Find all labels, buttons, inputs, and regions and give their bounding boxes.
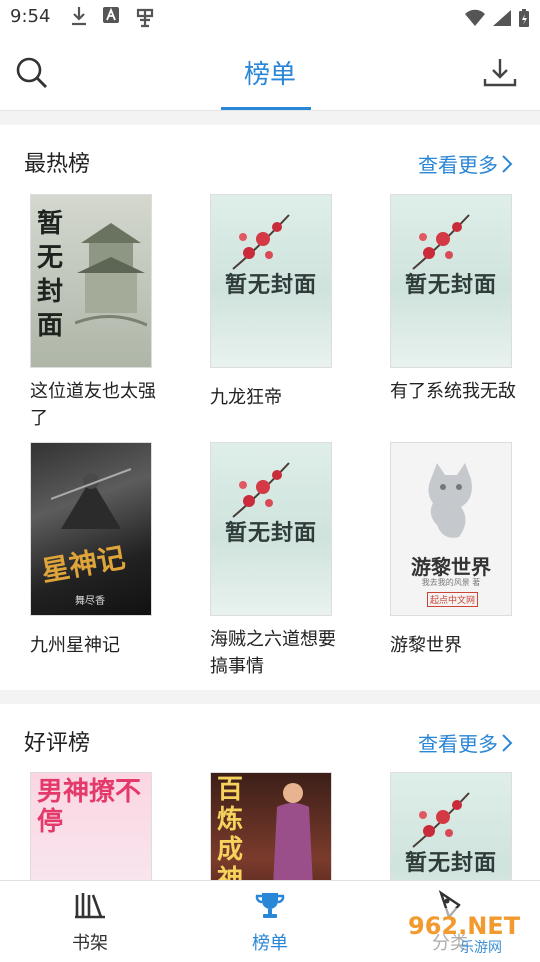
cover-author: 舞尽香 (75, 596, 105, 607)
book-title: 这位道友也太强了 (30, 381, 156, 429)
cover-text: 百炼成神 (217, 775, 244, 895)
trophy-icon (255, 893, 285, 918)
warrior-image (51, 468, 131, 529)
watermark-sub: 乐游网 (460, 940, 502, 956)
cover-text: 星神记 (39, 540, 128, 589)
cover-text: 暂无封面 (404, 851, 497, 876)
download-button[interactable] (482, 55, 518, 91)
bug-notification-icon (134, 6, 154, 28)
book-cover: 暂无封面 (210, 442, 332, 616)
book-title: 游黎世界 (390, 635, 462, 656)
tab-underline (221, 107, 311, 110)
signal-icon (492, 9, 512, 31)
battery-icon (518, 8, 530, 32)
chevron-right-icon (502, 733, 513, 752)
cover-subtitle: 我去我的风景 著 (421, 578, 481, 587)
book-cover: 暂无封面 (210, 194, 332, 368)
top-bar: 榜单 (0, 36, 540, 111)
view-more-link[interactable]: 查看更多 (418, 728, 514, 757)
book-card[interactable]: 暂无封面 九龙狂帝 (210, 194, 332, 411)
pavilion-image (75, 223, 147, 327)
view-more-link[interactable]: 查看更多 (418, 149, 514, 178)
status-bar: 9:54 (0, 0, 540, 36)
wifi-icon (464, 9, 486, 31)
nav-item-ranking[interactable]: 榜单 (210, 889, 330, 955)
cat-illustration (428, 463, 472, 538)
section-divider (0, 690, 540, 704)
bookshelf-icon (75, 893, 105, 919)
watermark-brand: 962.NET (408, 912, 521, 940)
cover-text: 暂无封面 (37, 209, 64, 341)
book-title: 九州星神记 (30, 635, 120, 656)
section-title: 好评榜 (24, 731, 91, 756)
book-cover: 暂无封面 (390, 194, 512, 368)
book-card[interactable]: 暂无封面 海贼之六道想要搞事情 (210, 442, 336, 680)
view-more-label: 查看更多 (418, 732, 498, 756)
cover-text: 暂无封面 (224, 273, 317, 298)
section-title: 最热榜 (24, 152, 91, 177)
book-card[interactable]: 暂无封面 这位道友也太强了 (30, 194, 156, 432)
download-icon (483, 59, 517, 87)
book-title: 有了系统我无敌 (390, 381, 516, 402)
chevron-right-icon (502, 154, 513, 173)
character-illustration (273, 783, 313, 887)
book-cover: 星神记 舞尽香 (30, 442, 152, 616)
app-notification-icon (102, 6, 120, 24)
cover-text: 游黎世界 (411, 555, 491, 579)
tab-ranking[interactable]: 榜单 (0, 54, 540, 91)
cover-text: 暂无封面 (224, 521, 317, 546)
download-notification-icon (70, 6, 88, 26)
book-title: 海贼之六道想要搞事情 (210, 629, 336, 677)
nav-label: 榜单 (252, 933, 288, 954)
status-time: 9:54 (10, 6, 51, 27)
section-divider (0, 111, 540, 125)
book-cover: 游黎世界 我去我的风景 著 起点中文网 (390, 442, 512, 616)
book-card[interactable]: 游黎世界 我去我的风景 著 起点中文网 游黎世界 (390, 442, 512, 659)
nav-label: 书架 (72, 933, 108, 954)
view-more-label: 查看更多 (418, 153, 498, 177)
cover-text: 男神撩不停 (37, 777, 142, 837)
nav-item-bookshelf[interactable]: 书架 (30, 889, 150, 955)
watermark-logo: 962.NET 乐游网 (400, 904, 532, 958)
cover-text: 暂无封面 (404, 273, 497, 298)
book-title: 九龙狂帝 (210, 387, 282, 408)
publisher-badge: 起点中文网 (427, 592, 479, 607)
book-cover: 暂无封面 (30, 194, 152, 368)
book-card[interactable]: 星神记 舞尽香 九州星神记 (30, 442, 152, 659)
book-card[interactable]: 暂无封面 有了系统我无敌 (390, 194, 516, 405)
